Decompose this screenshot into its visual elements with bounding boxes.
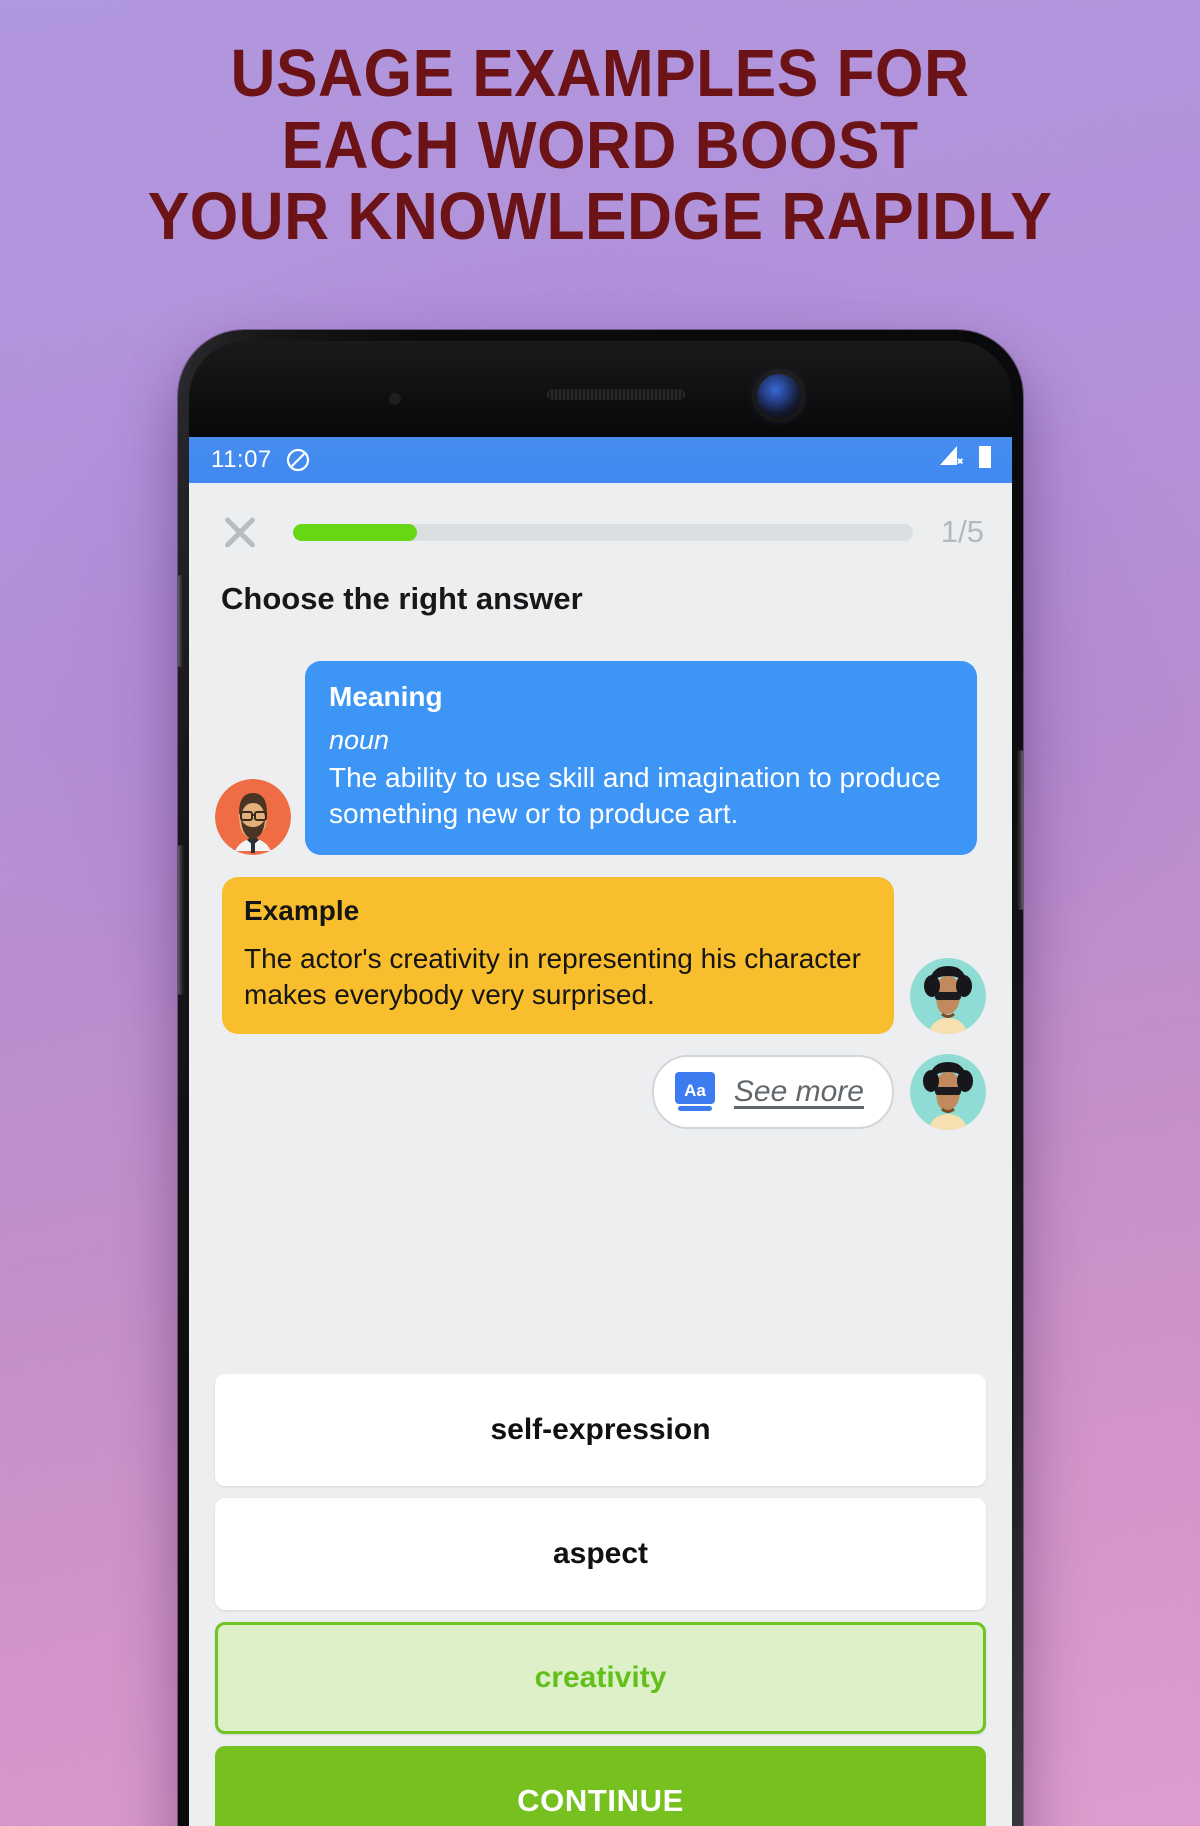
quiz-header: 1/5 bbox=[189, 483, 1012, 555]
earpiece-speaker bbox=[547, 389, 685, 400]
meaning-card: Meaning noun The ability to use skill an… bbox=[305, 661, 977, 856]
close-icon[interactable] bbox=[217, 509, 263, 555]
continue-button-label: CONTINUE bbox=[517, 1783, 684, 1818]
phone-bezel: 11:07 1/5 Choose the right answer Meanin… bbox=[189, 341, 1012, 1826]
answer-option-1[interactable]: self-expression bbox=[215, 1374, 986, 1486]
answer-option-1-label: self-expression bbox=[490, 1413, 711, 1446]
dictionary-icon: Aa bbox=[672, 1069, 718, 1115]
app-screen: 11:07 1/5 Choose the right answer Meanin… bbox=[189, 437, 1012, 1826]
phone-side-button-power[interactable] bbox=[1017, 750, 1023, 910]
avatar-afro-woman bbox=[910, 1054, 986, 1131]
headline-line-3: YOUR KNOWLEDGE RAPIDLY bbox=[147, 179, 1053, 255]
see-more-row: Aa See more bbox=[215, 1054, 986, 1131]
phone-mockup: 11:07 1/5 Choose the right answer Meanin… bbox=[178, 330, 1023, 1826]
status-bar: 11:07 bbox=[189, 437, 1012, 483]
answer-option-2[interactable]: aspect bbox=[215, 1498, 986, 1610]
meaning-card-title: Meaning bbox=[329, 681, 443, 712]
meaning-definition: The ability to use skill and imagination… bbox=[329, 762, 941, 829]
headline-line-1: USAGE EXAMPLES FOR bbox=[230, 36, 970, 111]
example-card-title: Example bbox=[244, 895, 360, 927]
battery-icon bbox=[976, 443, 994, 478]
front-camera-icon bbox=[757, 374, 801, 418]
meaning-row: Meaning noun The ability to use skill an… bbox=[215, 661, 986, 856]
question-title: Choose the right answer bbox=[221, 581, 583, 616]
proximity-sensor-icon bbox=[389, 393, 401, 405]
headline-line-2: EACH WORD BOOST bbox=[281, 107, 919, 183]
avatar-bearded-man bbox=[215, 779, 291, 856]
signal-no-service-icon bbox=[937, 444, 967, 477]
answer-option-3-label: creativity bbox=[534, 1661, 667, 1694]
answers-section: self-expression aspect creativity CONTIN… bbox=[189, 1374, 1012, 1826]
see-more-button[interactable]: Aa See more bbox=[651, 1055, 894, 1130]
do-not-disturb-icon bbox=[286, 448, 310, 472]
example-card: Example The actor's creativity in repres… bbox=[222, 877, 894, 1035]
progress-bar bbox=[293, 523, 913, 541]
progress-bar-fill bbox=[293, 523, 417, 541]
example-row: Example The actor's creativity in repres… bbox=[215, 877, 986, 1035]
answer-option-2-label: aspect bbox=[552, 1537, 649, 1570]
progress-counter: 1/5 bbox=[940, 514, 984, 549]
avatar-afro-sunglasses bbox=[910, 958, 986, 1035]
status-bar-time: 11:07 bbox=[211, 446, 272, 473]
continue-button[interactable]: CONTINUE bbox=[215, 1746, 986, 1826]
answer-option-3[interactable]: creativity bbox=[215, 1622, 986, 1734]
phone-side-button-upper[interactable] bbox=[178, 575, 184, 667]
svg-text:Aa: Aa bbox=[684, 1081, 706, 1100]
see-more-label: See more bbox=[733, 1075, 864, 1109]
meaning-part-of-speech: noun bbox=[329, 725, 390, 755]
example-sentence: The actor's creativity in representing h… bbox=[244, 943, 861, 1010]
phone-side-button-volume[interactable] bbox=[178, 845, 184, 995]
promo-headline: USAGE EXAMPLES FOR EACH WORD BOOST YOUR … bbox=[42, 38, 1158, 253]
chat-area: Meaning noun The ability to use skill an… bbox=[189, 617, 1012, 1131]
